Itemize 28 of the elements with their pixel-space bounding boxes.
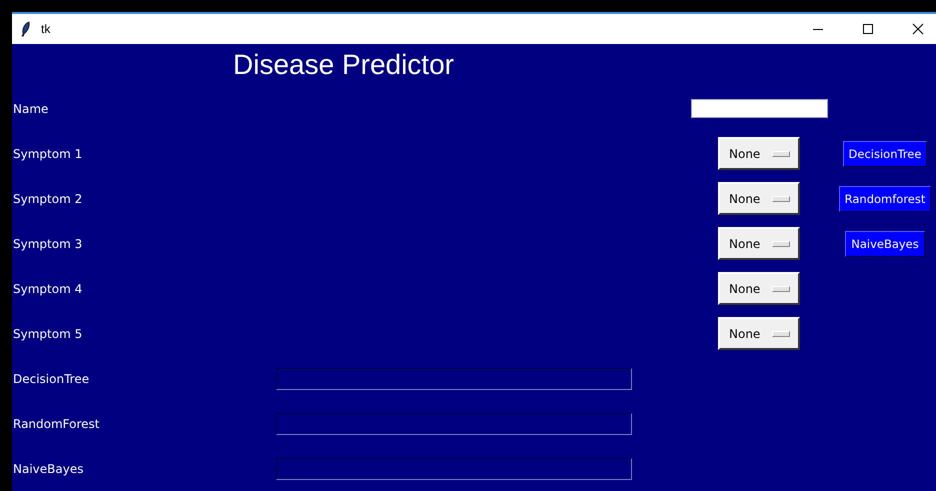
field-label: Symptom 1 (12, 146, 84, 160)
action-button[interactable]: Randomforest (838, 186, 932, 212)
field-label: DecisionTree (12, 372, 90, 386)
dropdown-indicator-icon (772, 286, 790, 292)
dropdown-indicator-icon (772, 330, 790, 336)
field-label: RandomForest (12, 416, 101, 430)
dropdown[interactable]: None (718, 182, 800, 215)
dropdown-indicator-icon (772, 240, 790, 246)
field-label: Name (12, 102, 50, 116)
maximize-icon[interactable] (862, 23, 874, 35)
dropdown-indicator-icon (772, 150, 790, 156)
action-button[interactable]: NaiveBayes (845, 230, 925, 256)
feather-icon (21, 21, 31, 37)
dropdown[interactable]: None (718, 272, 800, 305)
dropdown[interactable]: None (718, 227, 800, 260)
field-label: Symptom 3 (12, 236, 84, 250)
close-icon[interactable] (912, 23, 924, 35)
input-field[interactable] (691, 99, 828, 118)
dropdown-indicator-icon (772, 196, 790, 202)
window-title: tk (41, 22, 50, 36)
field-label: NaiveBayes (12, 462, 84, 476)
field-label: Symptom 5 (12, 326, 84, 340)
dropdown[interactable]: None (718, 137, 800, 170)
dropdown[interactable]: None (718, 317, 800, 350)
app-heading: Disease Predictor (232, 49, 455, 81)
action-button[interactable]: DecisionTree (842, 140, 928, 166)
field-label: Symptom 4 (12, 282, 84, 296)
field-label: Symptom 2 (12, 192, 84, 206)
